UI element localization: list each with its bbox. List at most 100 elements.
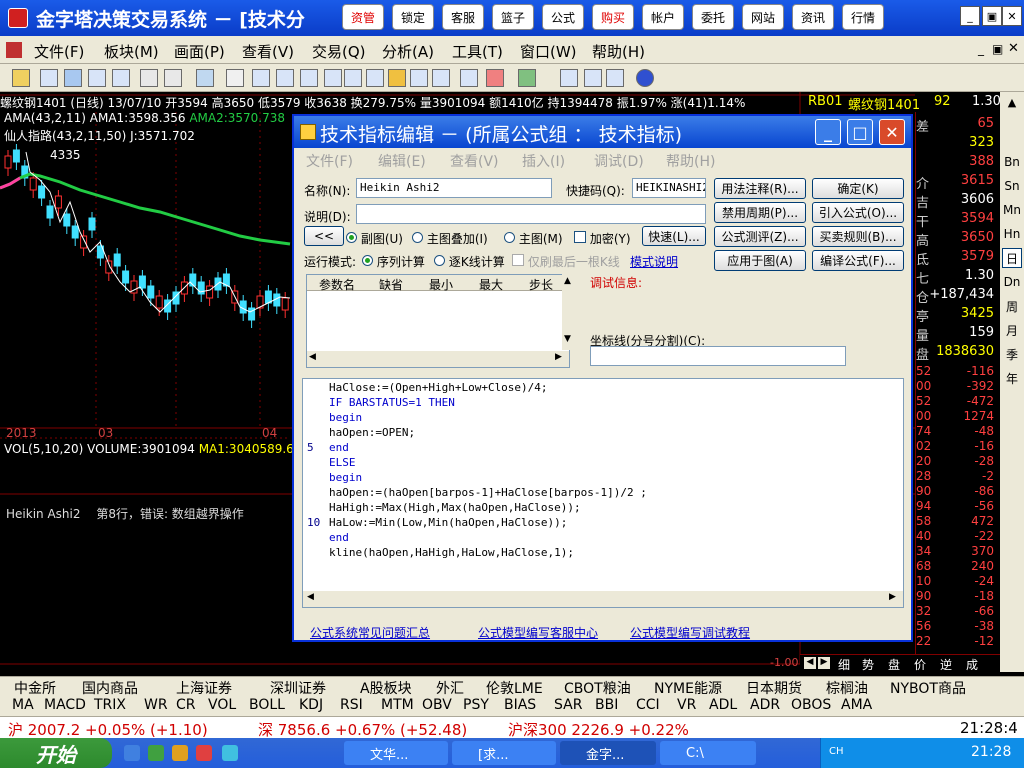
quicklaunch-ie-icon[interactable] xyxy=(124,745,140,761)
code-line[interactable]: haOpen:=OPEN; xyxy=(329,426,415,439)
title-button-quotes[interactable]: 行情 xyxy=(842,4,884,30)
indicator-tab[interactable]: SAR xyxy=(554,697,582,713)
tutorial-link[interactable]: 公式模型编写调试教程 xyxy=(630,624,750,641)
close-button[interactable]: ✕ xyxy=(1002,6,1022,26)
usage-notes-button[interactable]: 用法注释(R)... xyxy=(714,178,806,199)
quicklaunch-media-icon[interactable] xyxy=(222,745,238,761)
period-button[interactable]: 季 xyxy=(1002,344,1022,364)
indicator-tab[interactable]: PSY xyxy=(463,697,489,713)
indicator-tab[interactable]: MA xyxy=(12,697,34,713)
trade-rules-button[interactable]: 买卖规则(B)... xyxy=(812,226,904,247)
title-button-service[interactable]: 客服 xyxy=(442,4,484,30)
period-button[interactable]: 年 xyxy=(1002,368,1022,388)
restore-button[interactable]: ▣ xyxy=(982,6,1002,26)
menu-file[interactable]: 文件(F) xyxy=(34,41,84,62)
name-input[interactable]: Heikin Ashi2 xyxy=(356,178,552,198)
tab-book[interactable]: 盘 xyxy=(888,656,900,673)
menu-tools[interactable]: 工具(T) xyxy=(452,41,503,62)
title-button-buy[interactable]: 购买 xyxy=(592,4,634,30)
edit-icon[interactable] xyxy=(300,69,318,87)
title-button-account[interactable]: 帐户 xyxy=(642,4,684,30)
indicator-tab[interactable]: CCI xyxy=(636,697,660,713)
mdi-restore-icon[interactable]: ▣ xyxy=(992,42,1003,56)
market-tab[interactable]: 中金所 xyxy=(14,678,56,698)
radio-tick-icon[interactable] xyxy=(434,255,445,266)
market-tab[interactable]: 伦敦LME xyxy=(486,678,543,698)
start-button[interactable]: 开始 xyxy=(0,738,112,768)
bars-icon[interactable] xyxy=(432,69,450,87)
kline-icon[interactable] xyxy=(460,69,478,87)
indicator-tab[interactable]: BIAS xyxy=(504,697,536,713)
formula-test-button[interactable]: 公式测评(Z)... xyxy=(714,226,806,247)
encrypt-checkbox[interactable]: 加密(Y) xyxy=(574,230,631,247)
code-scroll-left-icon[interactable]: ◀ xyxy=(307,592,314,602)
code-line[interactable]: haOpen:=(haOpen[barpos-1]+HaClose[barpos… xyxy=(329,486,647,499)
phone-icon[interactable] xyxy=(584,69,602,87)
period-button[interactable]: Mn xyxy=(1002,200,1022,220)
radio-overlay-icon[interactable] xyxy=(412,232,423,243)
trade-icon[interactable] xyxy=(410,69,428,87)
title-button-lock[interactable]: 锁定 xyxy=(392,4,434,30)
period-button[interactable]: 日 xyxy=(1002,248,1022,268)
dialog-maximize-button[interactable]: □ xyxy=(847,119,873,145)
code-hscroll[interactable]: ◀ ▶ xyxy=(303,591,903,607)
indicator-tab[interactable]: RSI xyxy=(340,697,363,713)
param-col-default[interactable]: 缺省 xyxy=(379,276,403,293)
indicator-tab[interactable]: AMA xyxy=(841,697,872,713)
period-button[interactable]: Hn xyxy=(1002,224,1022,244)
market-tab[interactable]: 日本期货 xyxy=(746,678,802,698)
period-up-icon[interactable]: ▲ xyxy=(1002,96,1022,114)
radio-main-overlay[interactable]: 主图叠加(I) xyxy=(412,230,488,247)
menu-view[interactable]: 查看(V) xyxy=(242,41,294,62)
market-tab[interactable]: A股板块 xyxy=(360,678,412,698)
quick-button[interactable]: 快速(L)... xyxy=(642,226,706,246)
tab-trades[interactable]: 成 xyxy=(966,656,978,673)
list-icon[interactable] xyxy=(486,69,504,87)
ok-button[interactable]: 确定(K) xyxy=(812,178,904,199)
period-button[interactable]: Dn xyxy=(1002,272,1022,292)
scroll-down-icon[interactable]: ▼ xyxy=(564,334,571,344)
faq-link[interactable]: 公式系统常见问题汇总 xyxy=(310,624,430,641)
title-button-zigan[interactable]: 资管 xyxy=(342,4,384,30)
radio-main-chart[interactable]: 主图(M) xyxy=(504,230,563,247)
minimize-button[interactable]: _ xyxy=(960,6,980,26)
title-button-order[interactable]: 委托 xyxy=(692,4,734,30)
menu-help[interactable]: 帮助(H) xyxy=(592,41,645,62)
market-tab[interactable]: CBOT粮油 xyxy=(564,678,631,698)
apply-to-chart-button[interactable]: 应用于图(A) xyxy=(714,250,806,271)
table-icon[interactable] xyxy=(112,69,130,87)
params-hscroll[interactable]: ◀ ▶ xyxy=(307,351,569,367)
indicator-tab[interactable]: BBI xyxy=(595,697,618,713)
disable-period-button[interactable]: 禁用周期(P)... xyxy=(714,202,806,223)
select-icon[interactable] xyxy=(196,69,214,87)
shortcut-input[interactable]: HEIKINASHI2 xyxy=(632,178,706,198)
param-col-max[interactable]: 最大 xyxy=(479,276,503,293)
indicator-tab[interactable]: MACD xyxy=(44,697,86,713)
help-icon[interactable] xyxy=(636,69,654,87)
service-center-link[interactable]: 公式模型编写客服中心 xyxy=(478,624,598,641)
grid-icon[interactable] xyxy=(88,69,106,87)
indicator-tab[interactable]: OBV xyxy=(422,697,452,713)
dialog-menu-insert[interactable]: 插入(I) xyxy=(522,151,565,171)
last-only-check-icon[interactable] xyxy=(512,254,524,266)
market-tab[interactable]: 上海证券 xyxy=(176,678,232,698)
layout-icon[interactable] xyxy=(40,69,58,87)
indicator-tab[interactable]: WR xyxy=(144,697,168,713)
tab-next-icon[interactable]: ▶ xyxy=(818,657,830,669)
radio-sub-icon[interactable] xyxy=(346,232,357,243)
code-line[interactable]: HaHigh:=Max(High,Max(haOpen,HaClose)); xyxy=(329,501,581,514)
task-chrome[interactable]: [求... xyxy=(452,741,556,765)
param-col-min[interactable]: 最小 xyxy=(429,276,453,293)
tab-trend[interactable]: 势 xyxy=(862,656,874,673)
code-editor[interactable]: HaClose:=(Open+High+Low+Close)/4; IF BAR… xyxy=(302,378,904,608)
period-button[interactable]: 周 xyxy=(1002,296,1022,316)
mdi-minimize-icon[interactable]: _ xyxy=(978,42,984,56)
params-vscroll[interactable]: ▲ ▼ xyxy=(562,274,578,350)
desc-input[interactable] xyxy=(356,204,706,224)
tab-detail[interactable]: 细 xyxy=(838,656,850,673)
param-col-step[interactable]: 步长 xyxy=(529,276,553,293)
formula-icon[interactable] xyxy=(344,69,362,87)
market-tab[interactable]: NYBOT商品 xyxy=(890,678,966,698)
menu-view-page[interactable]: 画面(P) xyxy=(174,41,225,62)
radio-seq-calc[interactable]: 序列计算 xyxy=(362,253,425,270)
